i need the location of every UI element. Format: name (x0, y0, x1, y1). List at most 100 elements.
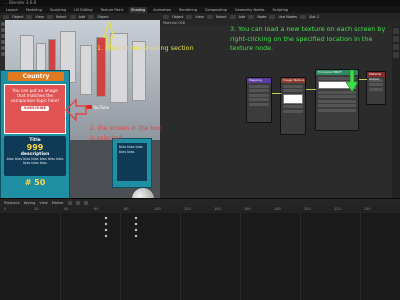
select-tool-icon[interactable] (0, 22, 5, 26)
keyframe[interactable] (104, 216, 108, 220)
mapping-node[interactable]: Mapping (246, 77, 272, 123)
keyframe[interactable] (134, 228, 138, 232)
sidebar-tab-options[interactable] (393, 52, 399, 58)
node-socket-row[interactable] (369, 87, 383, 91)
node-socket-row[interactable] (283, 89, 303, 92)
node-socket-row[interactable] (249, 89, 269, 92)
workspace-tab-sculpting[interactable]: Sculpting (48, 7, 68, 13)
node-socket-row[interactable] (318, 90, 356, 94)
node-socket-row[interactable] (249, 102, 269, 106)
viewport-header: Object View Select Add Object (0, 13, 160, 20)
node-socket-row[interactable] (249, 98, 269, 101)
workspace-tab-compositing[interactable]: Compositing (203, 7, 229, 13)
node-editor-header-chip[interactable] (269, 14, 276, 19)
timeline-menu-item[interactable]: Playback (4, 201, 20, 205)
frame-number-label: 180 (274, 207, 281, 211)
annotation-step-2-line1: 2. the screen in the box (90, 125, 162, 132)
keyframe[interactable] (134, 222, 138, 226)
viewport-menu-item[interactable]: Add (79, 15, 86, 19)
viewport-header-chip[interactable] (88, 14, 95, 19)
node-socket-row[interactable] (318, 76, 356, 80)
play-reverse-icon[interactable] (67, 200, 72, 205)
viewport-header-chip[interactable] (26, 14, 33, 19)
image-texture-node[interactable]: Image Texture (280, 77, 306, 135)
timeline-ruler[interactable]: 0 20 40 60 80 100 120 140 160 180 200 220 240 (0, 206, 400, 213)
move-tool-icon[interactable] (0, 34, 5, 38)
texture-image-slot[interactable] (283, 93, 303, 104)
node-editor-menu-item[interactable]: Select (216, 15, 227, 19)
sidebar-tab-view[interactable] (393, 44, 399, 50)
viewport-header-chip[interactable] (46, 14, 53, 19)
viewport-menu-item[interactable]: Object (97, 15, 108, 19)
viewport-header-chip[interactable] (3, 14, 9, 19)
material-output-node[interactable]: Material Output (366, 71, 386, 105)
node-editor-header-chip[interactable] (163, 14, 169, 19)
annotation-step-1: 1. goes to the shading section (97, 44, 194, 52)
secondary-screen-card[interactable]: blas blas blas blas blas (112, 138, 152, 188)
node-editor-header-chip[interactable] (206, 14, 213, 19)
youtube-label: YouTube (93, 104, 110, 110)
timeline-menu-item[interactable]: Marker (52, 201, 64, 205)
node-editor-menu-item[interactable]: Object (172, 15, 183, 19)
timeline-menu-item[interactable]: View (39, 201, 47, 205)
node-socket-row[interactable] (283, 109, 303, 113)
node-editor-header-chip[interactable] (300, 14, 307, 19)
sidebar-tab-tool[interactable] (393, 36, 399, 42)
node-link[interactable] (359, 79, 367, 80)
node-link[interactable] (306, 89, 316, 90)
node-editor-menu-item[interactable]: View (195, 15, 203, 19)
viewport-header-chip[interactable] (69, 14, 76, 19)
timeline-menu-item[interactable]: Keying (24, 201, 36, 205)
cursor-tool-icon[interactable] (0, 28, 5, 32)
keyframe[interactable] (104, 228, 108, 232)
node-socket-row[interactable] (249, 84, 269, 88)
timeline-tracks[interactable] (0, 213, 400, 300)
node-socket-row[interactable] (318, 108, 356, 112)
keyframe[interactable] (104, 222, 108, 226)
sidebar-tab-node[interactable] (393, 28, 399, 34)
viewport-menu-item[interactable]: View (35, 15, 43, 19)
rotate-tool-icon[interactable] (0, 40, 5, 44)
node-link[interactable] (272, 93, 281, 94)
workspace-tab-uv-editing[interactable]: UV Editing (72, 7, 94, 13)
workspace-tab-scripting[interactable]: Scripting (270, 7, 290, 13)
workspace-tab-animation[interactable]: Animation (151, 7, 173, 13)
stop-icon[interactable] (83, 200, 88, 205)
workspace-tab-modeling[interactable]: Modeling (24, 7, 44, 13)
timeline-editor[interactable]: Playback Keying View Marker 0 20 40 60 80 100 120… (0, 198, 400, 300)
node-socket-row[interactable] (318, 104, 356, 107)
node-socket-row[interactable] (283, 105, 303, 108)
node-editor-header-chip[interactable] (186, 14, 193, 19)
keyframe[interactable] (134, 216, 138, 220)
workspace-tab-layout[interactable]: Layout (4, 7, 20, 13)
viewport-menu-item[interactable]: Select (56, 15, 67, 19)
card-info-description-body: blas blas blas blas blas blas blas blas … (6, 157, 64, 165)
workspace-tab-rendering[interactable]: Rendering (177, 7, 199, 13)
keyframe[interactable] (104, 234, 108, 238)
node-socket-row[interactable] (369, 83, 383, 86)
viewport-menu-item[interactable]: Object (12, 15, 23, 19)
card-image-screen[interactable]: You can put an image that matches the co… (4, 84, 66, 134)
timeline-header: Playback Keying View Marker (0, 199, 400, 206)
workspace-tab-geometry-nodes[interactable]: Geometry Nodes (233, 7, 267, 13)
node-editor-menu-item[interactable]: Use Nodes (278, 15, 297, 19)
node-editor-menu-item[interactable]: Add (239, 15, 246, 19)
card-info-number: 999 (26, 143, 44, 152)
node-socket-row[interactable] (249, 93, 269, 97)
node-socket-row[interactable] (318, 99, 356, 103)
transform-tool-icon[interactable] (0, 52, 5, 56)
node-editor-header-chip[interactable] (229, 14, 236, 19)
principled-bsdf-node[interactable]: Principled BSDF (315, 69, 359, 131)
workspace-tab-texture-paint[interactable]: Texture Paint (98, 7, 125, 13)
workspace-tab-shading[interactable]: Shading (129, 6, 148, 13)
node-editor-menu-item[interactable]: Slot 2 (309, 15, 319, 19)
node-socket-row[interactable] (318, 95, 356, 98)
node-editor-menu-item[interactable]: Node (257, 15, 266, 19)
scale-tool-icon[interactable] (0, 46, 5, 50)
play-icon[interactable] (75, 200, 80, 205)
node-socket-row[interactable] (283, 84, 303, 88)
bsdf-preview-slot[interactable] (318, 81, 356, 89)
node-editor-header-chip[interactable] (248, 14, 255, 19)
keyframe[interactable] (134, 234, 138, 238)
subscribe-badge: SUBSCRIBE (20, 106, 50, 111)
